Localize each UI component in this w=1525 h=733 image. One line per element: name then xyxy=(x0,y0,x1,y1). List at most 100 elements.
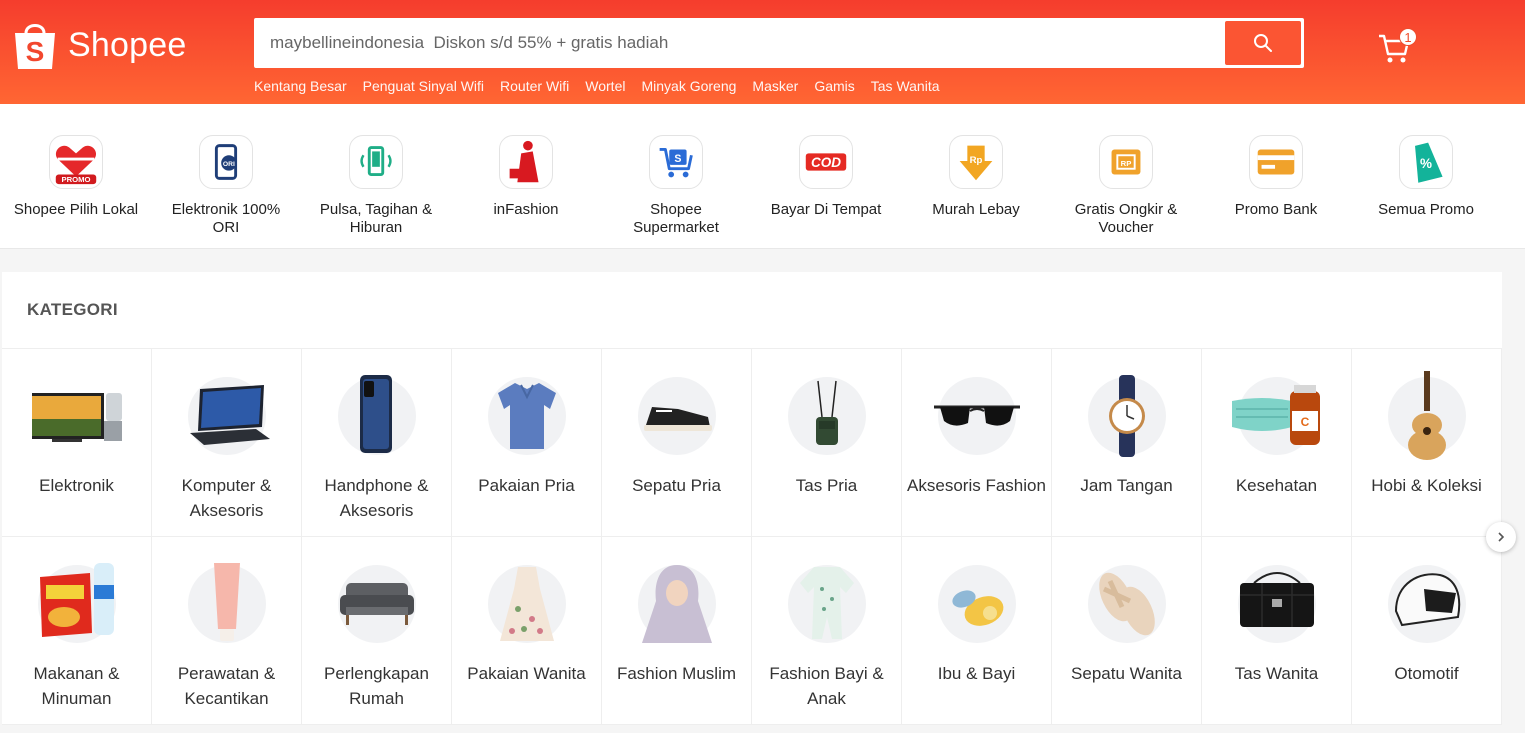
category-tas-wanita[interactable]: Tas Wanita xyxy=(1202,537,1352,725)
quick-item-shopee-pilih-lokal[interactable]: PROMO Shopee Pilih Lokal xyxy=(1,104,151,219)
bank-card-icon xyxy=(1249,135,1303,189)
dress-icon xyxy=(488,565,566,643)
quick-item-pulsa[interactable]: Pulsa, Tagihan & Hiburan xyxy=(301,104,451,237)
laptop-icon xyxy=(188,377,270,455)
quick-item-label: Shopee Supermarket xyxy=(633,201,719,236)
category-label: Otomotif xyxy=(1394,664,1459,683)
category-label: Makanan & Minuman xyxy=(33,664,120,708)
fashion-woman-icon xyxy=(499,135,553,189)
quick-item-label: Gratis Ongkir & Voucher xyxy=(1074,201,1178,236)
shopping-bag-logo-icon: S xyxy=(12,19,58,71)
category-kesehatan[interactable]: C Kesehatan xyxy=(1202,349,1352,537)
smartphone-icon xyxy=(338,375,416,455)
quick-item-murah-lebay[interactable]: Rp Murah Lebay xyxy=(901,104,1051,219)
mask-vitamin-icon: C xyxy=(1232,377,1320,455)
header: S Shopee Kentang Besar Penguat Sinyal Wi… xyxy=(0,0,1525,104)
svg-text:ORI: ORI xyxy=(223,161,235,168)
category-label: Tas Pria xyxy=(795,476,858,495)
category-pakaian-wanita[interactable]: Pakaian Wanita xyxy=(452,537,602,725)
quick-item-semua-promo[interactable]: % Semua Promo xyxy=(1351,104,1501,219)
category-handphone[interactable]: Handphone & Aksesoris xyxy=(302,349,452,537)
category-label: Pakaian Pria xyxy=(478,476,575,495)
quick-item-label: Elektronik 100% ORI xyxy=(171,201,281,236)
category-sepatu-pria[interactable]: Sepatu Pria xyxy=(602,349,752,537)
svg-text:Rp: Rp xyxy=(970,155,983,166)
category-perlengkapan-rumah[interactable]: Perlengkapan Rumah xyxy=(302,537,452,725)
category-label: Ibu & Bayi xyxy=(937,664,1016,683)
quick-item-label: Murah Lebay xyxy=(932,201,1020,218)
tube-cream-icon xyxy=(188,563,266,643)
quick-item-label: Pulsa, Tagihan & Hiburan xyxy=(319,201,433,236)
watch-icon xyxy=(1088,375,1166,457)
baby-romper-icon xyxy=(788,565,866,643)
suggestion-link[interactable]: Minyak Goreng xyxy=(641,78,736,94)
polo-shirt-icon xyxy=(488,377,566,455)
category-ibu-bayi[interactable]: Ibu & Bayi xyxy=(902,537,1052,725)
category-aksesoris-fashion[interactable]: Aksesoris Fashion xyxy=(902,349,1052,537)
suggestion-link[interactable]: Wortel xyxy=(585,78,625,94)
suggestion-link[interactable]: Masker xyxy=(752,78,798,94)
category-label: Sepatu Wanita xyxy=(1071,664,1182,683)
category-label: Aksesoris Fashion xyxy=(907,476,1046,495)
category-grid: Elektronik Komputer & Aksesoris Handphon… xyxy=(2,348,1502,725)
search-bar xyxy=(254,18,1304,68)
search-icon xyxy=(1254,34,1272,52)
chevron-right-icon xyxy=(1498,532,1505,542)
tv-blender-icon xyxy=(32,377,122,455)
logo-text: Shopee xyxy=(68,25,187,64)
sneaker-icon xyxy=(638,377,716,455)
voucher-icon: RP xyxy=(1099,135,1153,189)
quick-item-cod[interactable]: COD Bayar Di Tempat xyxy=(751,104,901,219)
suggestion-link[interactable]: Penguat Sinyal Wifi xyxy=(363,78,484,94)
category-label: Komputer & Aksesoris xyxy=(181,476,272,520)
search-input[interactable] xyxy=(257,22,1225,64)
sunglasses-icon xyxy=(934,377,1020,455)
category-fashion-bayi[interactable]: Fashion Bayi & Anak xyxy=(752,537,902,725)
category-label: Jam Tangan xyxy=(1080,476,1173,495)
quick-item-label: Promo Bank xyxy=(1234,201,1318,218)
promo-heart-icon: PROMO xyxy=(49,135,103,189)
suggestion-link[interactable]: Kentang Besar xyxy=(254,78,347,94)
quick-item-supermarket[interactable]: S Shopee Supermarket xyxy=(601,104,751,237)
category-label: Perawatan & Kecantikan xyxy=(177,664,276,708)
category-pakaian-pria[interactable]: Pakaian Pria xyxy=(452,349,602,537)
category-elektronik[interactable]: Elektronik xyxy=(2,349,152,537)
category-komputer[interactable]: Komputer & Aksesoris xyxy=(152,349,302,537)
cod-icon: COD xyxy=(799,135,853,189)
svg-text:PROMO: PROMO xyxy=(61,175,90,184)
handbag-icon xyxy=(1238,565,1316,643)
category-label: Hobi & Koleksi xyxy=(1371,476,1482,495)
quick-item-promo-bank[interactable]: Promo Bank xyxy=(1201,104,1351,219)
suggestion-link[interactable]: Router Wifi xyxy=(500,78,569,94)
svg-text:%: % xyxy=(1420,156,1432,171)
category-label: Fashion Muslim xyxy=(616,664,737,683)
category-tas-pria[interactable]: Tas Pria xyxy=(752,349,902,537)
category-next-button[interactable] xyxy=(1486,522,1516,552)
sandal-icon xyxy=(1088,565,1166,643)
category-section: KATEGORI Elektronik Komputer & Aksesoris… xyxy=(2,272,1502,725)
quick-item-elektronik-ori[interactable]: ORI Elektronik 100% ORI xyxy=(151,104,301,237)
svg-text:COD: COD xyxy=(811,155,841,170)
quick-item-gratis-ongkir[interactable]: RP Gratis Ongkir & Voucher xyxy=(1051,104,1201,237)
category-perawatan[interactable]: Perawatan & Kecantikan xyxy=(152,537,302,725)
quick-item-infashion[interactable]: inFashion xyxy=(451,104,601,219)
category-makanan[interactable]: Makanan & Minuman xyxy=(2,537,152,725)
category-otomotif[interactable]: Otomotif xyxy=(1352,537,1502,725)
search-button[interactable] xyxy=(1225,21,1301,65)
category-hobi-koleksi[interactable]: Hobi & Koleksi xyxy=(1352,349,1502,537)
shopee-logo[interactable]: S Shopee xyxy=(12,16,202,74)
cart-count-badge: 1 xyxy=(1399,28,1417,46)
category-sepatu-wanita[interactable]: Sepatu Wanita xyxy=(1052,537,1202,725)
category-fashion-muslim[interactable]: Fashion Muslim xyxy=(602,537,752,725)
category-label: Tas Wanita xyxy=(1234,664,1319,683)
suggestion-link[interactable]: Gamis xyxy=(814,78,854,94)
snack-water-icon xyxy=(38,563,116,643)
hijab-icon xyxy=(638,565,716,643)
quick-item-label: Semua Promo xyxy=(1378,201,1474,218)
search-suggestions: Kentang Besar Penguat Sinyal Wifi Router… xyxy=(254,78,940,94)
category-jam-tangan[interactable]: Jam Tangan xyxy=(1052,349,1202,537)
category-label: Kesehatan xyxy=(1235,476,1318,495)
category-title: KATEGORI xyxy=(27,300,118,319)
ori-phone-icon: ORI xyxy=(199,135,253,189)
suggestion-link[interactable]: Tas Wanita xyxy=(871,78,940,94)
